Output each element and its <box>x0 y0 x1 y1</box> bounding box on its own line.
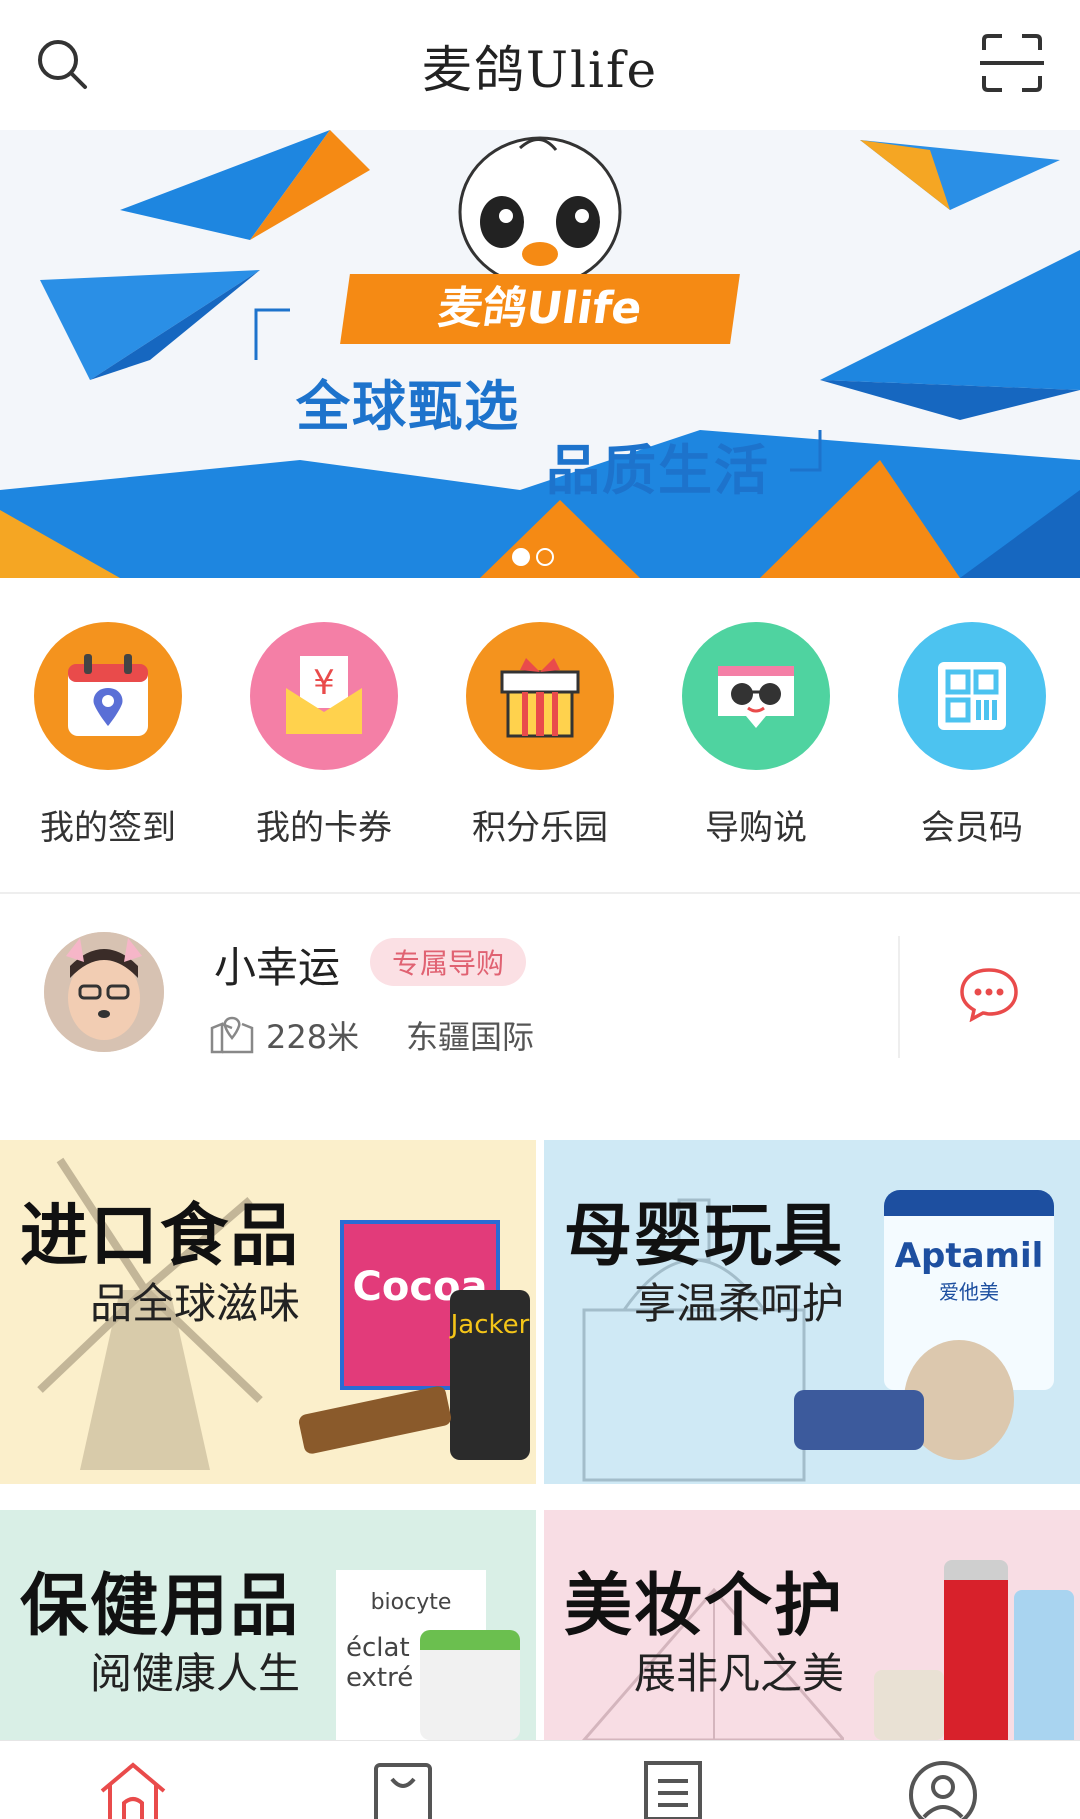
location-pin-icon <box>210 1016 254 1054</box>
gift-box-icon <box>500 658 580 738</box>
category-title: 母婴玩具 <box>564 1197 845 1276</box>
points-circle <box>466 622 614 770</box>
quick-action-label: 积分乐园 <box>472 808 608 848</box>
category-subtitle: 展非凡之美 <box>634 1649 845 1698</box>
avatar-face-icon <box>44 932 164 1052</box>
vertical-divider <box>898 936 900 1058</box>
category-title: 进口食品 <box>20 1197 301 1276</box>
quick-action-member-code[interactable]: 会员码 <box>892 622 1052 849</box>
category-title: 美妆个护 <box>564 1567 845 1646</box>
quick-action-label: 导购说 <box>705 808 807 848</box>
category-subtitle: 阅健康人生 <box>90 1649 301 1698</box>
bottom-navigation <box>0 1740 1080 1819</box>
toy-helicopter-image <box>794 1390 924 1450</box>
calendar-pin-icon <box>68 654 148 736</box>
svg-text:¥: ¥ <box>313 663 335 703</box>
quick-action-guide-talk[interactable]: 导购说 <box>676 622 836 849</box>
carousel-dot-1[interactable] <box>512 548 530 566</box>
quick-action-label: 我的签到 <box>40 808 176 848</box>
aptamil-label: Aptamil <box>894 1236 1044 1276</box>
exclusive-guide-badge: 专属导购 <box>370 938 527 986</box>
quick-action-label: 会员码 <box>921 808 1023 848</box>
chat-bubble-icon[interactable] <box>958 966 1020 1022</box>
quick-action-points[interactable]: 积分乐园 <box>460 622 620 849</box>
quick-action-label: 我的卡券 <box>256 808 392 848</box>
coupon-envelope-icon: ¥ <box>286 656 362 734</box>
guide-name: 小幸运 <box>214 943 341 992</box>
cream-jar-image <box>874 1670 944 1740</box>
quick-action-coupons[interactable]: ¥ 我的卡券 <box>244 622 404 849</box>
guide-talk-circle <box>682 622 830 770</box>
quick-action-checkin[interactable]: 我的签到 <box>28 622 188 849</box>
guide-store: 东疆国际 <box>406 1018 535 1056</box>
jacker-can-image: Jacker <box>450 1290 530 1460</box>
category-health[interactable]: 保健用品 阅健康人生 biocyte éclat extré <box>0 1510 536 1740</box>
carousel-dot-2[interactable] <box>536 548 554 566</box>
category-subtitle: 享温柔呵护 <box>634 1279 845 1328</box>
guide-avatar[interactable] <box>44 932 164 1052</box>
category-baby-toys[interactable]: 母婴玩具 享温柔呵护 Aptamil 爱他美 <box>544 1140 1080 1484</box>
app-title: 麦鸽Ulife <box>421 41 659 99</box>
quick-actions: 我的签到 ¥ 我的卡券 积分乐园 导购说 会员码 <box>0 578 1080 894</box>
category-title: 保健用品 <box>20 1567 301 1646</box>
banner-slogan-2: 品质生活 <box>546 439 770 502</box>
category-imported-food[interactable]: 进口食品 品全球滋味 Cocoa Jacker <box>0 1140 536 1484</box>
aptamil-cn-label: 爱他美 <box>939 1280 999 1304</box>
coupons-circle: ¥ <box>250 622 398 770</box>
promo-banner[interactable]: 麦鸽Ulife 全球甄选 品质生活 <box>0 130 1080 578</box>
supplement-bottle-image <box>420 1630 520 1740</box>
category-beauty[interactable]: 美妆个护 展非凡之美 <box>544 1510 1080 1740</box>
shopping-guide-card[interactable]: 小幸运 专属导购 228米 东疆国际 <box>0 896 1080 1140</box>
banner-artwork <box>0 130 1080 578</box>
top-header: 麦鸽Ulife <box>0 0 1080 130</box>
category-subtitle: 品全球滋味 <box>90 1279 301 1328</box>
orders-list-icon[interactable] <box>636 1759 710 1819</box>
qr-code-icon <box>938 662 1006 730</box>
banner-slogan-1: 全球甄选 <box>296 375 520 438</box>
carousel-indicator[interactable] <box>512 548 554 566</box>
profile-icon[interactable] <box>906 1759 980 1819</box>
guide-distance: 228米 <box>266 1018 360 1056</box>
banner-brand: 麦鸽Ulife <box>340 274 740 344</box>
snack-bar-image <box>297 1384 453 1456</box>
serum-bottle-image <box>944 1560 1008 1740</box>
toner-bottle-image <box>1014 1590 1074 1740</box>
home-icon[interactable] <box>96 1759 170 1819</box>
member-code-circle <box>898 622 1046 770</box>
checkin-circle <box>34 622 182 770</box>
scan-icon[interactable] <box>980 32 1044 94</box>
shopping-bag-icon[interactable] <box>366 1759 440 1819</box>
biocyte-label: biocyte <box>370 1590 452 1615</box>
sunglasses-chat-icon <box>718 666 794 728</box>
